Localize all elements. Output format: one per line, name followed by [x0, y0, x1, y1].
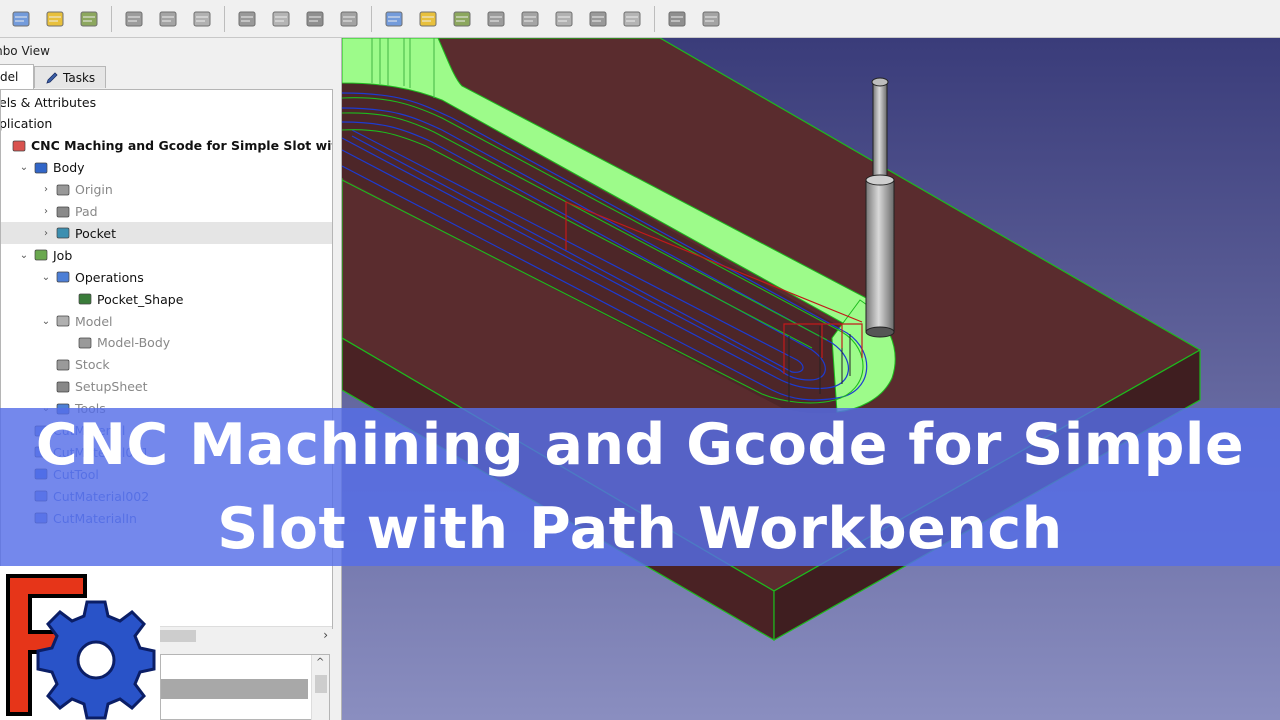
- part-icon[interactable]: [7, 5, 35, 33]
- 3d-viewport[interactable]: [342, 38, 1280, 720]
- banner-title-line-2: Slot with Path Workbench: [217, 496, 1063, 562]
- tree-item-label: CNC Maching and Gcode for Simple Slot wi…: [31, 138, 332, 154]
- tree-item-label: Pocket_Shape: [97, 291, 184, 307]
- path-waterline-icon[interactable]: [697, 5, 725, 33]
- path-profile-icon[interactable]: [335, 5, 363, 33]
- tree-item-label: els & Attributes: [0, 94, 97, 110]
- scrollbar-thumb[interactable]: [315, 675, 327, 693]
- path-simulator-icon[interactable]: [267, 5, 295, 33]
- tree-item-origin[interactable]: › Origin: [1, 179, 332, 201]
- toolbar-separator: [654, 5, 655, 32]
- tab-tasks[interactable]: Tasks: [34, 66, 106, 88]
- pocket-shape-icon: [77, 291, 93, 307]
- path-3d-pocket-icon[interactable]: [618, 5, 646, 33]
- path-post-icon[interactable]: [154, 5, 182, 33]
- title-banner: CNC Machining and Gcode for Simple Slot …: [0, 408, 1280, 566]
- path-drilling-icon[interactable]: [584, 5, 612, 33]
- toolbar-separator: [111, 5, 112, 32]
- tree-item-label: Operations: [75, 269, 144, 285]
- path-helix-icon[interactable]: [482, 5, 510, 33]
- stock-icon: [55, 357, 71, 373]
- tree-item-plication[interactable]: plication: [0, 113, 332, 135]
- origin-icon: [55, 182, 71, 198]
- property-vertical-scrollbar[interactable]: ^: [311, 655, 329, 720]
- document-icon: [11, 138, 27, 154]
- freecad-logo: [0, 566, 160, 720]
- tree-item-model[interactable]: ⌄ Model: [1, 310, 332, 332]
- chevron-down-icon[interactable]: ⌄: [19, 162, 29, 173]
- path-pocket-icon[interactable]: [380, 5, 408, 33]
- path-dressup-icon[interactable]: [550, 5, 578, 33]
- tree-item-body[interactable]: ⌄ Body: [1, 157, 332, 179]
- tree-item-operations[interactable]: ⌄ Operations: [1, 266, 332, 288]
- main-toolbar: [0, 0, 1280, 38]
- combo-view-title: mbo View ⧉: [0, 42, 336, 60]
- tree-item-pad[interactable]: › Pad: [1, 201, 332, 223]
- folder-icon: [55, 269, 71, 285]
- path-job-icon[interactable]: [120, 5, 148, 33]
- tree-horizontal-scrollbar[interactable]: ›: [160, 626, 332, 644]
- tree-item-label: SetupSheet: [75, 379, 148, 395]
- tree-item-pocket-shape[interactable]: Pocket_Shape: [1, 288, 332, 310]
- combo-tab-bar: del Tasks: [0, 64, 336, 89]
- path-surface-icon[interactable]: [663, 5, 691, 33]
- chevron-down-icon[interactable]: ⌄: [41, 272, 51, 283]
- tree-item-label: Origin: [75, 182, 113, 198]
- path-sanity-icon[interactable]: [188, 5, 216, 33]
- tab-tasks-label: Tasks: [63, 70, 96, 85]
- path-tool-icon[interactable]: [301, 5, 329, 33]
- toolbar-separator: [224, 5, 225, 32]
- macro-icon[interactable]: [41, 5, 69, 33]
- banner-title-line-1: CNC Machining and Gcode for Simple: [35, 412, 1245, 478]
- tree-item-label: Job: [53, 247, 73, 263]
- tree-item-model-body[interactable]: Model-Body: [1, 332, 332, 354]
- tree-item-cnc-maching-and-gcode-for-simple-slot-with-path[interactable]: CNC Maching and Gcode for Simple Slot wi…: [1, 135, 332, 157]
- toolbar-separator: [371, 5, 372, 32]
- tree-item-label: Pocket: [75, 225, 116, 241]
- tree-item-job[interactable]: ⌄ Job: [1, 244, 332, 266]
- path-engrave-icon[interactable]: [516, 5, 544, 33]
- view-icon[interactable]: [75, 5, 103, 33]
- scrollbar-thumb[interactable]: [160, 630, 196, 642]
- tab-model[interactable]: del: [0, 64, 34, 89]
- job-icon: [33, 247, 49, 263]
- float-panel-icon[interactable]: ⧉: [0, 44, 330, 58]
- pencil-icon: [46, 71, 58, 84]
- tree-item-label: Stock: [75, 357, 110, 373]
- setupsheet-icon: [55, 379, 71, 395]
- tree-item-label: Body: [53, 160, 85, 176]
- chevron-down-icon[interactable]: ⌄: [41, 316, 51, 327]
- tree-item-els-attributes[interactable]: els & Attributes: [0, 91, 332, 113]
- cad-scene: [342, 38, 1280, 720]
- chevron-down-icon[interactable]: ⌄: [19, 250, 29, 261]
- path-adaptive-icon[interactable]: [414, 5, 442, 33]
- chevron-right-icon[interactable]: ›: [41, 184, 51, 195]
- chevron-right-icon[interactable]: ›: [41, 228, 51, 239]
- tree-item-pocket[interactable]: › Pocket: [1, 222, 332, 245]
- pocket-icon: [55, 225, 71, 241]
- tab-model-label: del: [0, 70, 19, 84]
- tree-item-label: Model-Body: [97, 335, 171, 351]
- freecad-gear-logo-icon: [6, 574, 156, 720]
- tree-item-label: Pad: [75, 204, 98, 219]
- tree-item-label: Model: [75, 313, 113, 329]
- path-inspect-icon[interactable]: [233, 5, 261, 33]
- tree-item-stock[interactable]: Stock: [1, 354, 332, 376]
- chevron-up-icon[interactable]: ^: [316, 657, 324, 668]
- property-row-selected[interactable]: [161, 679, 308, 699]
- property-view: ^: [160, 654, 330, 720]
- model-body-icon: [77, 335, 93, 351]
- path-face-icon[interactable]: [448, 5, 476, 33]
- tree-item-label: plication: [0, 116, 53, 132]
- pad-icon: [55, 204, 71, 220]
- chevron-right-icon[interactable]: ›: [323, 628, 328, 642]
- chevron-right-icon[interactable]: ›: [41, 206, 51, 217]
- folder-gray-icon: [55, 313, 71, 329]
- body-icon: [33, 160, 49, 176]
- tree-item-setupsheet[interactable]: SetupSheet: [1, 376, 332, 398]
